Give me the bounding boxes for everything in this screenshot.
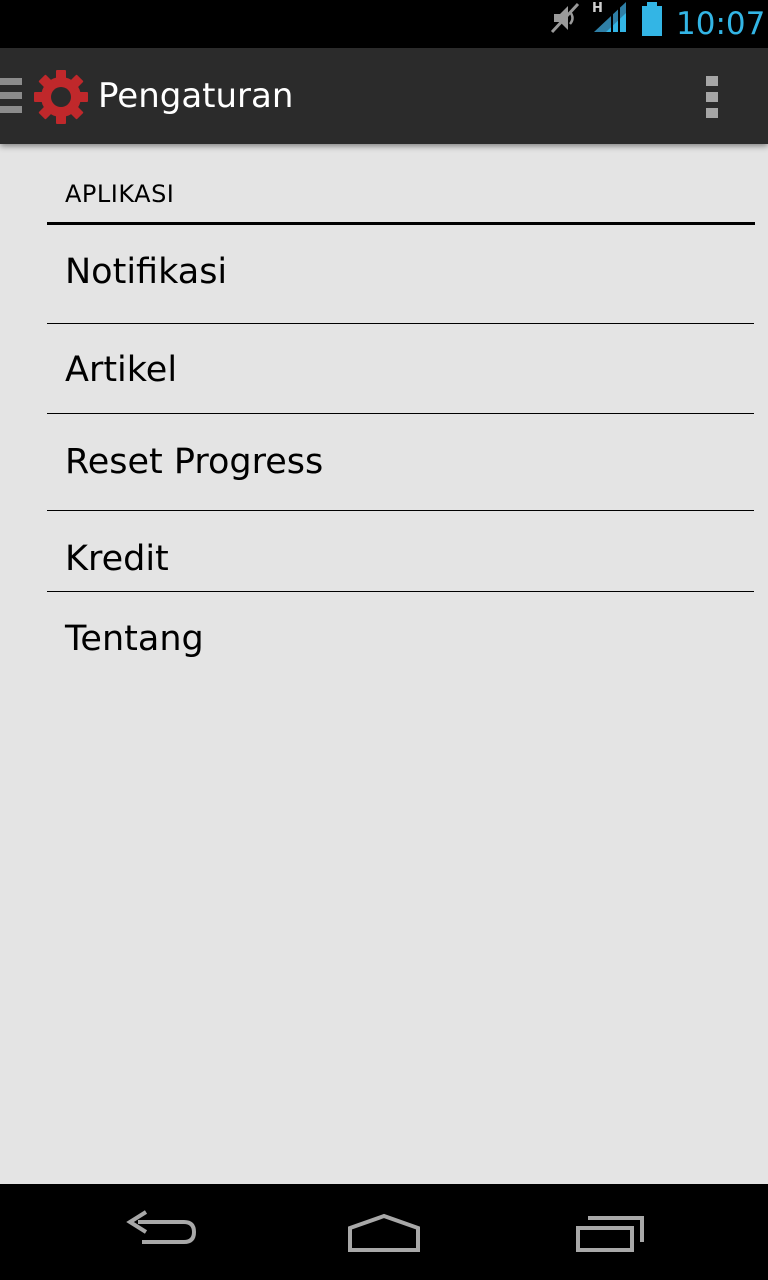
clock: 10:07	[676, 6, 766, 42]
home-icon[interactable]	[336, 1204, 432, 1260]
status-bar: H 10:07	[0, 0, 768, 48]
category-header: APLIKASI	[47, 178, 755, 225]
recents-icon[interactable]	[562, 1204, 658, 1260]
back-icon[interactable]	[112, 1204, 208, 1260]
pref-item-artikel[interactable]: Artikel	[47, 324, 755, 414]
screen: H 10:07 Pengaturan APLIKASI Notifikasi A…	[0, 0, 768, 1280]
pref-item-label: Artikel	[65, 350, 178, 390]
action-bar-title: Pengaturan	[98, 76, 294, 116]
signal-h-icon: H	[592, 1, 626, 32]
pref-item-label: Tentang	[65, 619, 204, 659]
pref-item-tentang[interactable]: Tentang	[47, 592, 755, 682]
pref-item-kredit[interactable]: Kredit	[47, 511, 755, 592]
overflow-menu-icon	[706, 76, 718, 86]
svg-text:H: H	[592, 1, 603, 16]
pref-item-label: Reset Progress	[65, 442, 324, 482]
battery-icon	[642, 2, 662, 36]
pref-item-notifikasi[interactable]: Notifikasi	[47, 225, 755, 324]
drawer-indicator-icon[interactable]	[0, 78, 24, 114]
overflow-menu-button[interactable]	[690, 68, 734, 126]
category-title: APLIKASI	[65, 180, 175, 208]
pref-item-label: Notifikasi	[65, 252, 228, 292]
navigation-bar	[0, 1184, 768, 1280]
action-bar: Pengaturan	[0, 48, 768, 144]
gear-icon[interactable]	[32, 68, 90, 126]
mute-icon	[550, 2, 580, 34]
pref-item-reset-progress[interactable]: Reset Progress	[47, 414, 755, 511]
pref-item-label: Kredit	[65, 539, 169, 579]
